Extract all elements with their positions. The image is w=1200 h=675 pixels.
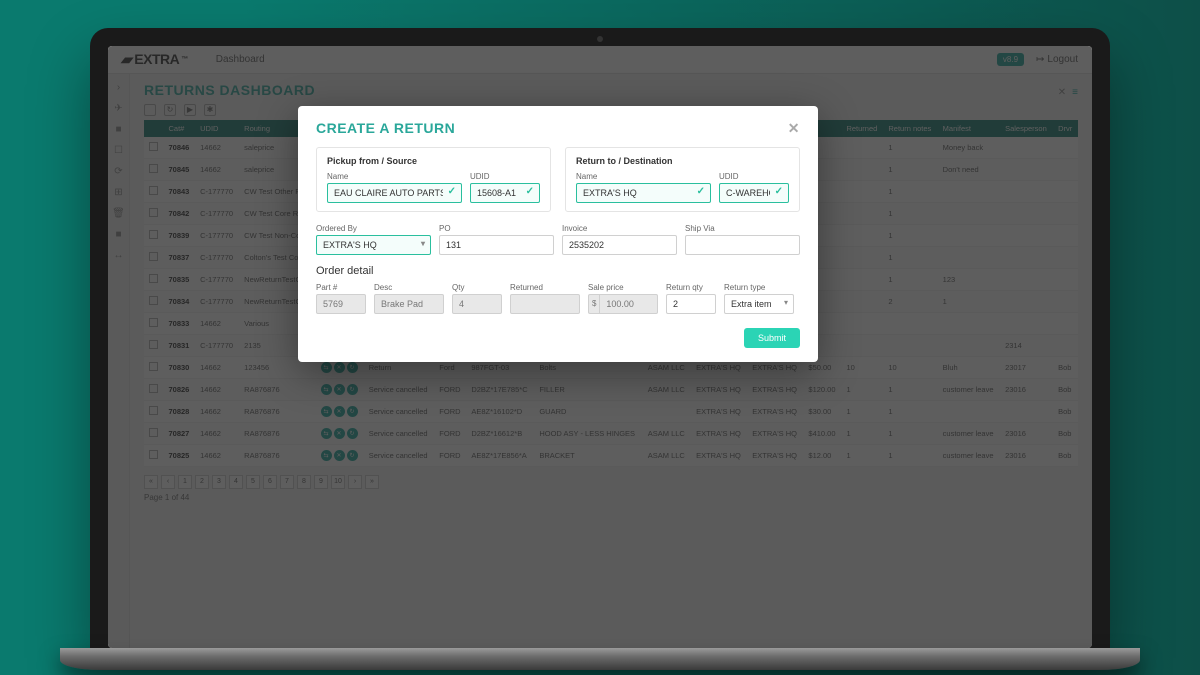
- source-udid-input[interactable]: [470, 183, 540, 203]
- ship-via-input[interactable]: [685, 235, 800, 255]
- dest-udid-label: UDID: [719, 172, 789, 181]
- close-icon[interactable]: ✕: [788, 120, 800, 137]
- modal-title: CREATE A RETURN: [316, 120, 455, 136]
- dest-name-input[interactable]: [576, 183, 711, 203]
- return-type-label: Return type: [724, 283, 794, 292]
- desc-input: [374, 294, 444, 314]
- part-input: [316, 294, 366, 314]
- sale-input: [599, 294, 658, 314]
- dest-udid-input[interactable]: [719, 183, 789, 203]
- create-return-modal: CREATE A RETURN ✕ Pickup from / Source N…: [298, 106, 818, 362]
- submit-button[interactable]: Submit: [744, 328, 800, 348]
- source-name-label: Name: [327, 172, 462, 181]
- currency-symbol: $: [588, 294, 599, 314]
- part-label: Part #: [316, 283, 366, 292]
- source-udid-label: UDID: [470, 172, 540, 181]
- dest-name-label: Name: [576, 172, 711, 181]
- po-input[interactable]: [439, 235, 554, 255]
- invoice-label: Invoice: [562, 224, 677, 233]
- po-label: PO: [439, 224, 554, 233]
- ordered-by-select[interactable]: [316, 235, 431, 255]
- source-name-input[interactable]: [327, 183, 462, 203]
- qty-label: Qty: [452, 283, 502, 292]
- sale-label: Sale price: [588, 283, 658, 292]
- source-header: Pickup from / Source: [327, 156, 540, 166]
- source-panel: Pickup from / Source Name UDID: [316, 147, 551, 212]
- return-qty-label: Return qty: [666, 283, 716, 292]
- returned-label: Returned: [510, 283, 580, 292]
- invoice-input[interactable]: [562, 235, 677, 255]
- dest-panel: Return to / Destination Name UDID: [565, 147, 800, 212]
- desc-label: Desc: [374, 283, 444, 292]
- dest-header: Return to / Destination: [576, 156, 789, 166]
- return-type-select[interactable]: [724, 294, 794, 314]
- returned-input: [510, 294, 580, 314]
- qty-input: [452, 294, 502, 314]
- return-qty-input[interactable]: [666, 294, 716, 314]
- ordered-by-label: Ordered By: [316, 224, 431, 233]
- ship-via-label: Ship Via: [685, 224, 800, 233]
- order-detail-header: Order detail: [316, 265, 800, 277]
